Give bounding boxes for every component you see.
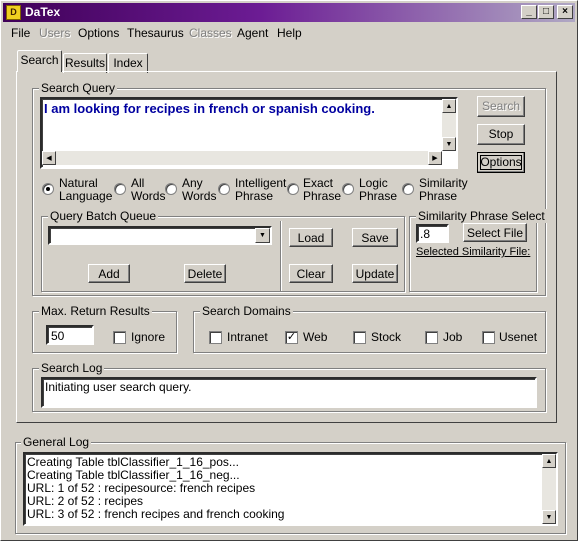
job-checkbox[interactable] [425, 331, 438, 344]
clear-button[interactable]: Clear [289, 264, 333, 283]
stock-checkbox[interactable] [353, 331, 366, 344]
intranet-checkbox[interactable] [209, 331, 222, 344]
menu-help[interactable]: Help [277, 26, 302, 40]
menu-bar: File Users Options Thesaurus Classes Age… [3, 23, 575, 43]
search-query-label: Search Query [39, 81, 118, 95]
similarity-value-input[interactable]: .8 [416, 224, 449, 243]
close-button[interactable]: × [557, 5, 573, 19]
menu-thesaurus[interactable]: Thesaurus [127, 26, 184, 40]
save-button[interactable]: Save [352, 228, 398, 247]
batch-queue-label: Query Batch Queue [48, 209, 159, 223]
selected-similarity-file-label: Selected Similarity File: [416, 246, 531, 258]
select-file-button[interactable]: Select File [463, 223, 527, 242]
tab-search[interactable]: Search [17, 50, 62, 72]
add-button[interactable]: Add [88, 264, 130, 283]
tab-results[interactable]: Results [63, 53, 107, 73]
scroll-down-icon[interactable]: ▼ [442, 137, 456, 151]
label-logic-phrase: Logic Phrase [359, 176, 398, 203]
ignore-checkbox[interactable] [113, 331, 126, 344]
search-query-input[interactable]: I am looking for recipes in french or sp… [40, 97, 458, 169]
label-similarity-phrase: Similarity Phrase [419, 176, 468, 203]
options-button[interactable]: Options [477, 152, 525, 173]
menu-options[interactable]: Options [78, 26, 119, 40]
label-any-words: Any Words [182, 176, 217, 203]
search-domains-label: Search Domains [200, 304, 293, 318]
label-natural-language: Natural Language [59, 176, 113, 203]
query-horizontal-scrollbar[interactable]: ◀ ▶ [42, 151, 442, 165]
app-icon[interactable]: D [6, 5, 21, 20]
general-log-label: General Log [21, 435, 92, 449]
batch-queue-divider [280, 221, 282, 291]
max-results-value: 50 [51, 329, 65, 343]
radio-all-words[interactable] [114, 183, 126, 195]
search-log-box[interactable]: Initiating user search query. [41, 377, 537, 408]
dropdown-arrow-icon[interactable]: ▼ [255, 228, 270, 243]
scroll-left-icon[interactable]: ◀ [42, 151, 56, 165]
general-log-box[interactable]: Creating Table tblClassifier_1_16_pos...… [23, 452, 558, 526]
stop-button[interactable]: Stop [477, 124, 525, 145]
radio-natural-language[interactable] [42, 183, 54, 195]
scroll-up-icon[interactable]: ▲ [542, 454, 556, 468]
update-button[interactable]: Update [352, 264, 398, 283]
datex-window: D DaTex _ □ × File Users Options Thesaur… [0, 0, 578, 541]
radio-similarity-phrase[interactable] [402, 183, 414, 195]
label-all-words: All Words [131, 176, 166, 203]
load-button[interactable]: Load [289, 228, 333, 247]
menu-classes[interactable]: Classes [189, 26, 232, 40]
delete-button[interactable]: Delete [184, 264, 226, 283]
similarity-value: .8 [420, 227, 431, 241]
title-bar[interactable]: D DaTex _ □ × [3, 3, 575, 22]
minimize-button[interactable]: _ [521, 5, 537, 19]
stock-label: Stock [371, 330, 402, 344]
web-checkbox[interactable]: ✓ [285, 331, 298, 344]
batch-queue-dropdown[interactable]: ▼ [48, 226, 272, 245]
max-results-label: Max. Return Results [39, 304, 152, 318]
search-button[interactable]: Search [477, 96, 525, 117]
query-vertical-scrollbar[interactable]: ▲ ▼ [442, 99, 456, 151]
menu-file[interactable]: File [11, 26, 30, 40]
maximize-button[interactable]: □ [538, 5, 554, 19]
similarity-label: Similarity Phrase Select [416, 209, 547, 223]
job-label: Job [443, 330, 463, 344]
usenet-checkbox[interactable] [482, 331, 495, 344]
usenet-label: Usenet [499, 330, 538, 344]
radio-logic-phrase[interactable] [342, 183, 354, 195]
ignore-label: Ignore [131, 330, 166, 344]
scroll-right-icon[interactable]: ▶ [428, 151, 442, 165]
label-exact-phrase: Exact Phrase [303, 176, 342, 203]
scroll-down-icon[interactable]: ▼ [542, 510, 556, 524]
intranet-label: Intranet [227, 330, 268, 344]
label-intelligent-phrase: Intelligent Phrase [235, 176, 287, 203]
window-title: DaTex [25, 5, 61, 19]
radio-intelligent-phrase[interactable] [218, 183, 230, 195]
general-log-scrollbar[interactable]: ▲ ▼ [542, 454, 556, 524]
search-log-line: Initiating user search query. [45, 380, 192, 394]
search-log-label: Search Log [39, 361, 105, 375]
menu-agent[interactable]: Agent [237, 26, 268, 40]
menu-users[interactable]: Users [39, 26, 70, 40]
general-log-line: URL: 3 of 52 : french recipes and french… [27, 507, 285, 521]
radio-exact-phrase[interactable] [287, 183, 299, 195]
radio-any-words[interactable] [165, 183, 177, 195]
search-query-text: I am looking for recipes in french or sp… [44, 101, 375, 116]
max-results-input[interactable]: 50 [46, 325, 94, 345]
tab-index[interactable]: Index [108, 53, 148, 73]
scroll-up-icon[interactable]: ▲ [442, 99, 456, 113]
web-label: Web [303, 330, 328, 344]
